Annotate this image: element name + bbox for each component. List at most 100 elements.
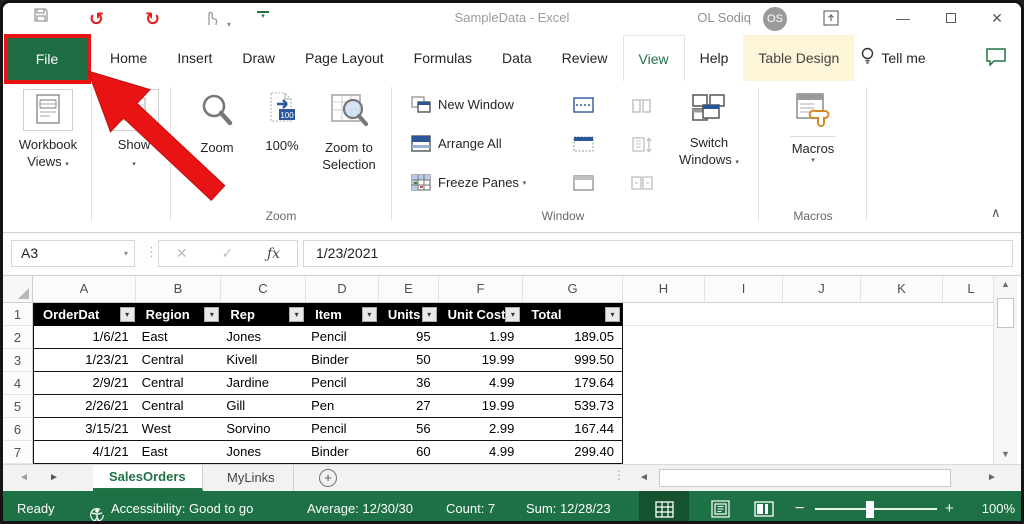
tab-draw[interactable]: Draw (227, 35, 290, 81)
page-layout-view-button[interactable] (699, 491, 741, 524)
column-header-i[interactable]: I (705, 276, 783, 302)
cell[interactable]: Gill (221, 395, 306, 417)
column-header-f[interactable]: F (439, 276, 523, 302)
cell[interactable]: 50 (379, 349, 439, 371)
comments-icon[interactable] (985, 47, 1007, 71)
cell[interactable]: Central (137, 395, 222, 417)
tab-tell-me[interactable]: Tell me (877, 35, 940, 81)
cell[interactable]: Central (137, 349, 222, 371)
select-all-corner[interactable] (3, 276, 33, 302)
column-header-j[interactable]: J (783, 276, 861, 302)
cell[interactable]: 2/26/21 (34, 395, 137, 417)
row-header[interactable]: 1 (3, 303, 32, 326)
zoom-button[interactable]: Zoom (186, 93, 248, 155)
column-header-e[interactable]: E (379, 276, 439, 302)
arrange-all-button[interactable]: Arrange All (411, 135, 502, 152)
grid[interactable]: 1 2 3 4 5 6 7 OrderDat▾ Region▾ Rep▾ Ite… (3, 303, 999, 464)
cell[interactable]: East (137, 326, 222, 348)
row-header[interactable]: 4 (3, 372, 32, 395)
unhide-button[interactable] (573, 175, 594, 196)
cell[interactable]: Sorvino (221, 418, 306, 440)
filter-dropdown-icon[interactable]: ▾ (505, 307, 520, 322)
filter-dropdown-icon[interactable]: ▾ (422, 307, 437, 322)
vertical-scrollbar[interactable]: ▲ ▼ (993, 276, 1017, 464)
cell[interactable]: 56 (379, 418, 439, 440)
column-header-l[interactable]: L (943, 276, 999, 302)
cell[interactable]: Jones (221, 441, 306, 463)
insert-function-icon[interactable]: ƒx (267, 246, 280, 262)
row-header[interactable]: 5 (3, 395, 32, 418)
zoom-out-icon[interactable]: − (795, 491, 804, 524)
cell[interactable]: Pen (306, 395, 379, 417)
scroll-right-icon[interactable]: ► (987, 465, 997, 491)
cell[interactable]: 4.99 (439, 372, 523, 394)
column-header-k[interactable]: K (861, 276, 943, 302)
split-button[interactable] (573, 97, 594, 118)
filter-dropdown-icon[interactable]: ▾ (120, 307, 135, 322)
scroll-up-icon[interactable]: ▲ (994, 276, 1017, 292)
cell[interactable]: 4/1/21 (34, 441, 137, 463)
tab-table-design[interactable]: Table Design (743, 35, 854, 81)
horizontal-scrollbar-thumb[interactable] (659, 469, 951, 487)
filter-dropdown-icon[interactable]: ▾ (289, 307, 304, 322)
cell[interactable]: 1/6/21 (34, 326, 137, 348)
name-box[interactable]: A3 ▾ (11, 240, 135, 267)
user-name[interactable]: OL Sodiq (697, 10, 751, 25)
cell[interactable]: 2/9/21 (34, 372, 137, 394)
reset-window-position-button[interactable] (631, 175, 653, 196)
tab-home[interactable]: Home (95, 35, 162, 81)
formula-input[interactable]: 1/23/2021 (303, 240, 1013, 267)
cell[interactable]: West (137, 418, 222, 440)
cell[interactable]: East (137, 441, 222, 463)
freeze-panes-button[interactable]: Freeze Panes ▾ (411, 174, 526, 191)
close-button[interactable]: ✕ (975, 3, 1019, 33)
new-sheet-button[interactable]: + (319, 469, 337, 487)
zoom-level[interactable]: 100% (967, 491, 1015, 524)
tab-review[interactable]: Review (547, 35, 623, 81)
sheet-tab-salesorders[interactable]: SalesOrders (93, 465, 203, 491)
column-header-a[interactable]: A (33, 276, 136, 302)
maximize-button[interactable] (929, 3, 973, 33)
row-header[interactable]: 2 (3, 326, 32, 349)
cancel-icon[interactable]: ✕ (176, 245, 188, 262)
cell[interactable]: 19.99 (439, 395, 523, 417)
collapse-ribbon-icon[interactable]: ∧ (991, 205, 1001, 221)
column-header-g[interactable]: G (523, 276, 623, 302)
synchronous-scrolling-button[interactable] (631, 136, 653, 159)
column-header-d[interactable]: D (306, 276, 379, 302)
vertical-scrollbar-thumb[interactable] (997, 298, 1014, 328)
avatar[interactable]: OS (763, 7, 787, 31)
normal-view-button[interactable] (639, 491, 689, 524)
zoom-in-icon[interactable]: + (945, 491, 954, 524)
row-header[interactable]: 7 (3, 441, 32, 464)
cell[interactable]: Pencil (306, 372, 379, 394)
cell[interactable]: 2.99 (439, 418, 523, 440)
cell[interactable]: Jardine (221, 372, 306, 394)
filter-dropdown-icon[interactable]: ▾ (362, 307, 377, 322)
cell[interactable]: 1.99 (439, 326, 523, 348)
cell[interactable]: Pencil (306, 418, 379, 440)
scroll-left-icon[interactable]: ◄ (639, 465, 649, 491)
cell[interactable]: 167.44 (522, 418, 622, 440)
column-header-c[interactable]: C (221, 276, 306, 302)
scrollbar-resize-dots-icon[interactable]: ⋮ (613, 468, 625, 482)
minimize-button[interactable]: — (881, 3, 925, 33)
cell[interactable]: Binder (306, 441, 379, 463)
hide-button[interactable] (573, 136, 594, 157)
show-button[interactable]: Show▾ (101, 89, 167, 173)
formula-bar-dots-icon[interactable]: ⋮ (145, 244, 158, 260)
row-header[interactable]: 6 (3, 418, 32, 441)
cell[interactable]: 1/23/21 (34, 349, 137, 371)
tab-view[interactable]: View (623, 35, 685, 81)
workbook-views-button[interactable]: Workbook Views ▾ (9, 89, 87, 173)
column-header-b[interactable]: B (136, 276, 221, 302)
sheet-tab-mylinks[interactable]: MyLinks (209, 465, 294, 491)
switch-windows-button[interactable]: Switch Windows ▾ (671, 93, 747, 171)
page-break-preview-button[interactable] (743, 491, 785, 524)
filter-dropdown-icon[interactable]: ▾ (204, 307, 219, 322)
tab-file[interactable]: File (5, 36, 89, 82)
filter-dropdown-icon[interactable]: ▾ (605, 307, 620, 322)
tab-formulas[interactable]: Formulas (399, 35, 487, 81)
new-window-button[interactable]: New Window (411, 96, 514, 113)
cell[interactable]: 4.99 (439, 441, 523, 463)
